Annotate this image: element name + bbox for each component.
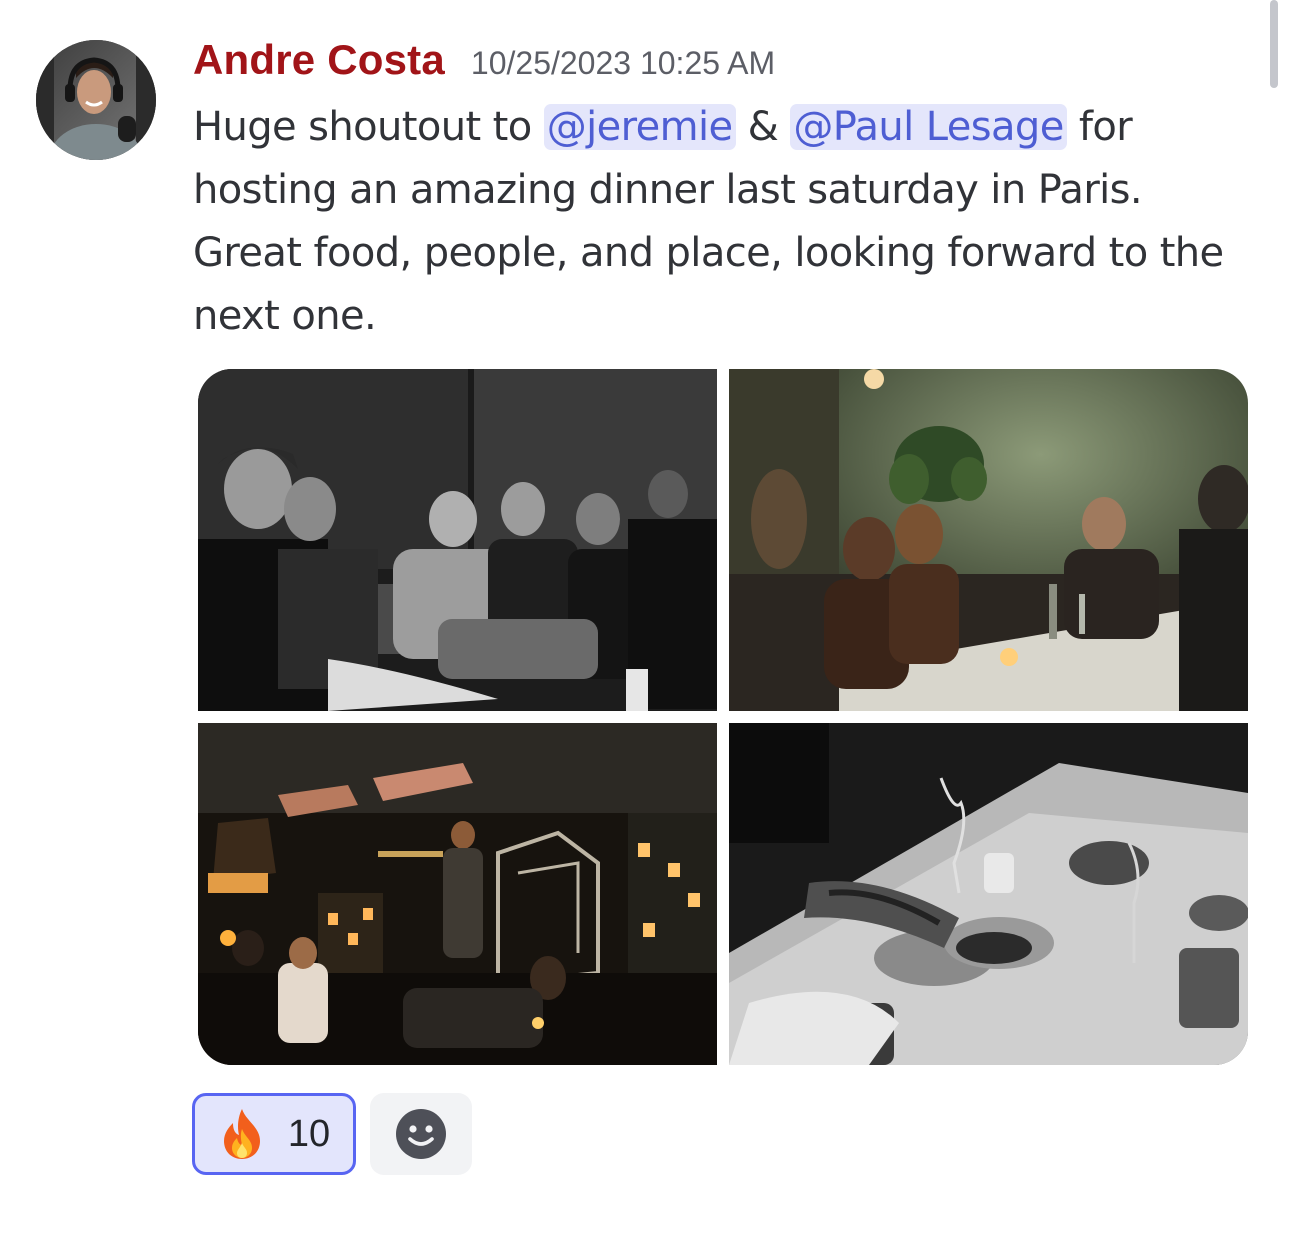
- photo-table-detail: [729, 723, 1248, 1065]
- reaction-fire[interactable]: 10: [192, 1093, 356, 1175]
- mention-paul-lesage[interactable]: @Paul Lesage: [790, 104, 1067, 150]
- image-gallery: [198, 369, 1248, 1065]
- photo-restaurant-trumpet: [198, 723, 717, 1065]
- message-content: Huge shoutout to @jeremie & @Paul Lesage…: [193, 96, 1233, 348]
- scrollbar[interactable]: [1270, 0, 1278, 88]
- attachment-photo-1[interactable]: [198, 369, 717, 711]
- reactions-bar: 10: [192, 1093, 472, 1175]
- message-header: Andre Costa 10/25/2023 10:25 AM: [193, 36, 775, 92]
- add-reaction-button[interactable]: [370, 1093, 472, 1175]
- reaction-count: 10: [287, 1112, 331, 1155]
- attachment-photo-2[interactable]: [729, 369, 1248, 711]
- mention-jeremie[interactable]: @jeremie: [543, 104, 736, 150]
- attachment-photo-3[interactable]: [198, 723, 717, 1065]
- attachment-photo-4[interactable]: [729, 723, 1248, 1065]
- photo-dinner-table: [729, 369, 1248, 711]
- fire-icon: [223, 1109, 260, 1159]
- message-text-between: &: [735, 104, 791, 150]
- smiley-icon: [396, 1109, 446, 1159]
- photo-group-on-sofa: [198, 369, 717, 711]
- avatar-image: [36, 40, 156, 160]
- message-text-before: Huge shoutout to: [193, 104, 544, 150]
- message-timestamp: 10/25/2023 10:25 AM: [470, 45, 776, 81]
- author-name[interactable]: Andre Costa: [193, 36, 445, 84]
- chat-message-view: Andre Costa 10/25/2023 10:25 AM Huge sho…: [0, 0, 1290, 1243]
- avatar[interactable]: [36, 40, 156, 160]
